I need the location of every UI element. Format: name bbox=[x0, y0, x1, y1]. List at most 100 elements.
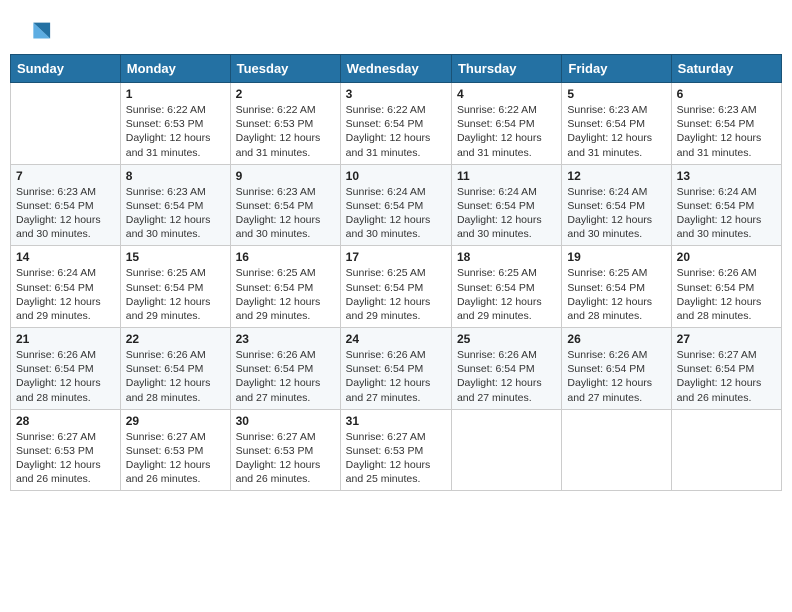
calendar-cell: 25 Sunrise: 6:26 AMSunset: 6:54 PMDayligh… bbox=[451, 328, 561, 410]
day-number: 13 bbox=[677, 169, 776, 183]
day-info: Sunrise: 6:26 AMSunset: 6:54 PMDaylight:… bbox=[677, 266, 776, 323]
calendar-table: SundayMondayTuesdayWednesdayThursdayFrid… bbox=[10, 54, 782, 491]
day-info: Sunrise: 6:27 AMSunset: 6:53 PMDaylight:… bbox=[236, 430, 335, 487]
day-number: 16 bbox=[236, 250, 335, 264]
day-number: 26 bbox=[567, 332, 665, 346]
header-cell-thursday: Thursday bbox=[451, 55, 561, 83]
calendar-header-row: SundayMondayTuesdayWednesdayThursdayFrid… bbox=[11, 55, 782, 83]
day-number: 9 bbox=[236, 169, 335, 183]
calendar-week-row: 28 Sunrise: 6:27 AMSunset: 6:53 PMDayligh… bbox=[11, 409, 782, 491]
day-number: 22 bbox=[126, 332, 225, 346]
header-cell-saturday: Saturday bbox=[671, 55, 781, 83]
calendar-cell: 16 Sunrise: 6:25 AMSunset: 6:54 PMDayligh… bbox=[230, 246, 340, 328]
day-info: Sunrise: 6:27 AMSunset: 6:53 PMDaylight:… bbox=[126, 430, 225, 487]
calendar-cell: 11 Sunrise: 6:24 AMSunset: 6:54 PMDayligh… bbox=[451, 164, 561, 246]
day-info: Sunrise: 6:26 AMSunset: 6:54 PMDaylight:… bbox=[457, 348, 556, 405]
day-number: 21 bbox=[16, 332, 115, 346]
day-number: 10 bbox=[346, 169, 446, 183]
calendar-cell: 17 Sunrise: 6:25 AMSunset: 6:54 PMDayligh… bbox=[340, 246, 451, 328]
day-number: 25 bbox=[457, 332, 556, 346]
calendar-cell: 24Sunrise: 6:26 AMSunset: 6:54 PMDayligh… bbox=[340, 328, 451, 410]
day-number: 23 bbox=[236, 332, 335, 346]
calendar-cell: 8Sunrise: 6:23 AMSunset: 6:54 PMDaylight… bbox=[120, 164, 230, 246]
calendar-cell: 2 Sunrise: 6:22 AMSunset: 6:53 PMDaylight… bbox=[230, 83, 340, 165]
day-number: 31 bbox=[346, 414, 446, 428]
day-number: 3 bbox=[346, 87, 446, 101]
day-info: Sunrise: 6:25 AMSunset: 6:54 PMDaylight:… bbox=[457, 266, 556, 323]
day-number: 14 bbox=[16, 250, 115, 264]
day-info: Sunrise: 6:24 AMSunset: 6:54 PMDaylight:… bbox=[677, 185, 776, 242]
calendar-week-row: 7 Sunrise: 6:23 AMSunset: 6:54 PMDaylight… bbox=[11, 164, 782, 246]
header-cell-friday: Friday bbox=[562, 55, 671, 83]
calendar-cell: 26 Sunrise: 6:26 AMSunset: 6:54 PMDayligh… bbox=[562, 328, 671, 410]
day-number: 20 bbox=[677, 250, 776, 264]
calendar-cell: 4 Sunrise: 6:22 AMSunset: 6:54 PMDaylight… bbox=[451, 83, 561, 165]
calendar-cell: 9 Sunrise: 6:23 AMSunset: 6:54 PMDaylight… bbox=[230, 164, 340, 246]
calendar-cell: 7 Sunrise: 6:23 AMSunset: 6:54 PMDaylight… bbox=[11, 164, 121, 246]
day-info: Sunrise: 6:26 AMSunset: 6:54 PMDaylight:… bbox=[567, 348, 665, 405]
calendar-cell: 29 Sunrise: 6:27 AMSunset: 6:53 PMDayligh… bbox=[120, 409, 230, 491]
calendar-cell: 19 Sunrise: 6:25 AMSunset: 6:54 PMDayligh… bbox=[562, 246, 671, 328]
day-info: Sunrise: 6:26 AMSunset: 6:54 PMDaylight:… bbox=[16, 348, 115, 405]
page-header bbox=[10, 10, 782, 50]
calendar-cell: 31 Sunrise: 6:27 AMSunset: 6:53 PMDayligh… bbox=[340, 409, 451, 491]
day-info: Sunrise: 6:22 AMSunset: 6:54 PMDaylight:… bbox=[346, 103, 446, 160]
calendar-cell: 12 Sunrise: 6:24 AMSunset: 6:54 PMDayligh… bbox=[562, 164, 671, 246]
calendar-cell: 5 Sunrise: 6:23 AMSunset: 6:54 PMDaylight… bbox=[562, 83, 671, 165]
calendar-cell: 3 Sunrise: 6:22 AMSunset: 6:54 PMDaylight… bbox=[340, 83, 451, 165]
calendar-cell bbox=[562, 409, 671, 491]
day-info: Sunrise: 6:22 AMSunset: 6:53 PMDaylight:… bbox=[126, 103, 225, 160]
day-info: Sunrise: 6:27 AMSunset: 6:53 PMDaylight:… bbox=[346, 430, 446, 487]
calendar-cell: 6Sunrise: 6:23 AMSunset: 6:54 PMDaylight… bbox=[671, 83, 781, 165]
day-number: 24 bbox=[346, 332, 446, 346]
day-info: Sunrise: 6:25 AMSunset: 6:54 PMDaylight:… bbox=[567, 266, 665, 323]
day-info: Sunrise: 6:23 AMSunset: 6:54 PMDaylight:… bbox=[16, 185, 115, 242]
day-number: 8 bbox=[126, 169, 225, 183]
day-number: 28 bbox=[16, 414, 115, 428]
calendar-week-row: 21 Sunrise: 6:26 AMSunset: 6:54 PMDayligh… bbox=[11, 328, 782, 410]
day-info: Sunrise: 6:26 AMSunset: 6:54 PMDaylight:… bbox=[126, 348, 225, 405]
day-info: Sunrise: 6:24 AMSunset: 6:54 PMDaylight:… bbox=[567, 185, 665, 242]
header-cell-tuesday: Tuesday bbox=[230, 55, 340, 83]
calendar-cell: 23Sunrise: 6:26 AMSunset: 6:54 PMDayligh… bbox=[230, 328, 340, 410]
day-info: Sunrise: 6:22 AMSunset: 6:54 PMDaylight:… bbox=[457, 103, 556, 160]
day-number: 29 bbox=[126, 414, 225, 428]
header-cell-monday: Monday bbox=[120, 55, 230, 83]
day-number: 27 bbox=[677, 332, 776, 346]
logo-icon bbox=[24, 18, 52, 46]
calendar-week-row: 14 Sunrise: 6:24 AMSunset: 6:54 PMDayligh… bbox=[11, 246, 782, 328]
calendar-cell: 1Sunrise: 6:22 AMSunset: 6:53 PMDaylight… bbox=[120, 83, 230, 165]
day-number: 4 bbox=[457, 87, 556, 101]
calendar-body: 1Sunrise: 6:22 AMSunset: 6:53 PMDaylight… bbox=[11, 83, 782, 491]
day-info: Sunrise: 6:23 AMSunset: 6:54 PMDaylight:… bbox=[567, 103, 665, 160]
day-number: 17 bbox=[346, 250, 446, 264]
day-number: 2 bbox=[236, 87, 335, 101]
calendar-cell bbox=[671, 409, 781, 491]
day-info: Sunrise: 6:25 AMSunset: 6:54 PMDaylight:… bbox=[346, 266, 446, 323]
calendar-cell: 28Sunrise: 6:27 AMSunset: 6:53 PMDayligh… bbox=[11, 409, 121, 491]
day-info: Sunrise: 6:23 AMSunset: 6:54 PMDaylight:… bbox=[236, 185, 335, 242]
calendar-cell: 10Sunrise: 6:24 AMSunset: 6:54 PMDayligh… bbox=[340, 164, 451, 246]
day-number: 11 bbox=[457, 169, 556, 183]
header-cell-sunday: Sunday bbox=[11, 55, 121, 83]
day-number: 19 bbox=[567, 250, 665, 264]
day-info: Sunrise: 6:25 AMSunset: 6:54 PMDaylight:… bbox=[126, 266, 225, 323]
calendar-cell: 20 Sunrise: 6:26 AMSunset: 6:54 PMDayligh… bbox=[671, 246, 781, 328]
day-number: 5 bbox=[567, 87, 665, 101]
calendar-week-row: 1Sunrise: 6:22 AMSunset: 6:53 PMDaylight… bbox=[11, 83, 782, 165]
day-number: 12 bbox=[567, 169, 665, 183]
calendar-cell: 14 Sunrise: 6:24 AMSunset: 6:54 PMDayligh… bbox=[11, 246, 121, 328]
calendar-cell: 15 Sunrise: 6:25 AMSunset: 6:54 PMDayligh… bbox=[120, 246, 230, 328]
day-number: 30 bbox=[236, 414, 335, 428]
calendar-cell: 22 Sunrise: 6:26 AMSunset: 6:54 PMDayligh… bbox=[120, 328, 230, 410]
day-number: 15 bbox=[126, 250, 225, 264]
day-info: Sunrise: 6:24 AMSunset: 6:54 PMDaylight:… bbox=[16, 266, 115, 323]
calendar-cell bbox=[11, 83, 121, 165]
day-info: Sunrise: 6:25 AMSunset: 6:54 PMDaylight:… bbox=[236, 266, 335, 323]
day-number: 7 bbox=[16, 169, 115, 183]
day-info: Sunrise: 6:24 AMSunset: 6:54 PMDaylight:… bbox=[457, 185, 556, 242]
logo bbox=[20, 18, 52, 46]
day-info: Sunrise: 6:22 AMSunset: 6:53 PMDaylight:… bbox=[236, 103, 335, 160]
calendar-cell: 13 Sunrise: 6:24 AMSunset: 6:54 PMDayligh… bbox=[671, 164, 781, 246]
calendar-cell bbox=[451, 409, 561, 491]
